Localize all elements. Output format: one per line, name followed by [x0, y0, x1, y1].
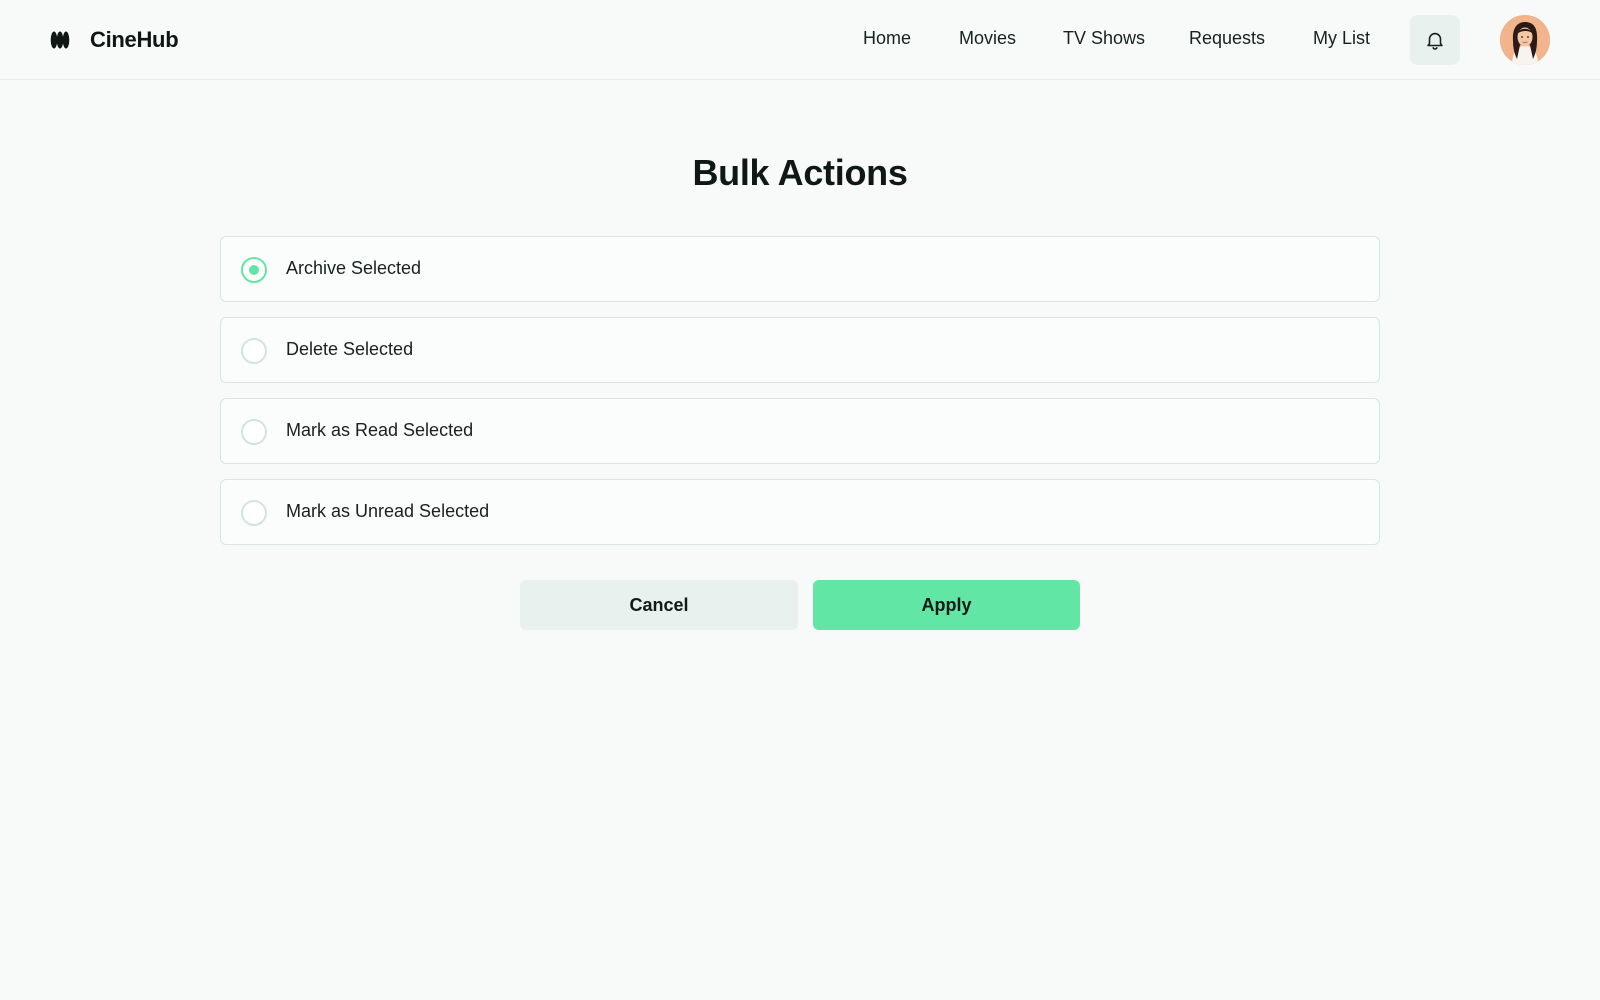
option-label: Mark as Unread Selected	[286, 501, 490, 521]
option-mark-as-read-selected[interactable]: Mark as Read Selected	[220, 398, 1380, 464]
option-delete-selected[interactable]: Delete Selected	[220, 317, 1380, 383]
nav-requests[interactable]: Requests	[1189, 28, 1265, 49]
nav-tv-shows[interactable]: TV Shows	[1063, 28, 1145, 49]
page-title: Bulk Actions	[692, 152, 908, 193]
avatar-image	[1500, 15, 1550, 65]
radio-delete-selected[interactable]	[241, 338, 267, 364]
nav-movies[interactable]: Movies	[959, 28, 1016, 49]
option-mark-as-unread-selected[interactable]: Mark as Unread Selected	[220, 479, 1380, 545]
main-nav: Home Movies TV Shows Requests My List	[0, 28, 1600, 52]
radio-mark-as-unread-selected[interactable]	[241, 500, 267, 526]
nav-my-list[interactable]: My List	[1313, 28, 1370, 49]
option-label: Mark as Read Selected	[286, 420, 474, 440]
radio-mark-as-read-selected[interactable]	[241, 419, 267, 445]
option-label: Archive Selected	[286, 258, 422, 278]
user-avatar[interactable]	[1500, 15, 1550, 65]
nav-home[interactable]: Home	[863, 28, 911, 49]
option-archive-selected[interactable]: Archive Selected	[220, 236, 1380, 302]
top-navigation-bar: CineHub Home Movies TV Shows Requests My…	[0, 0, 1600, 80]
option-label: Delete Selected	[286, 339, 414, 359]
radio-archive-selected[interactable]	[241, 257, 267, 283]
apply-button[interactable]: Apply	[813, 580, 1080, 630]
cancel-button[interactable]: Cancel	[520, 580, 798, 630]
bell-icon	[1427, 32, 1443, 50]
notifications-button[interactable]	[1410, 15, 1460, 65]
